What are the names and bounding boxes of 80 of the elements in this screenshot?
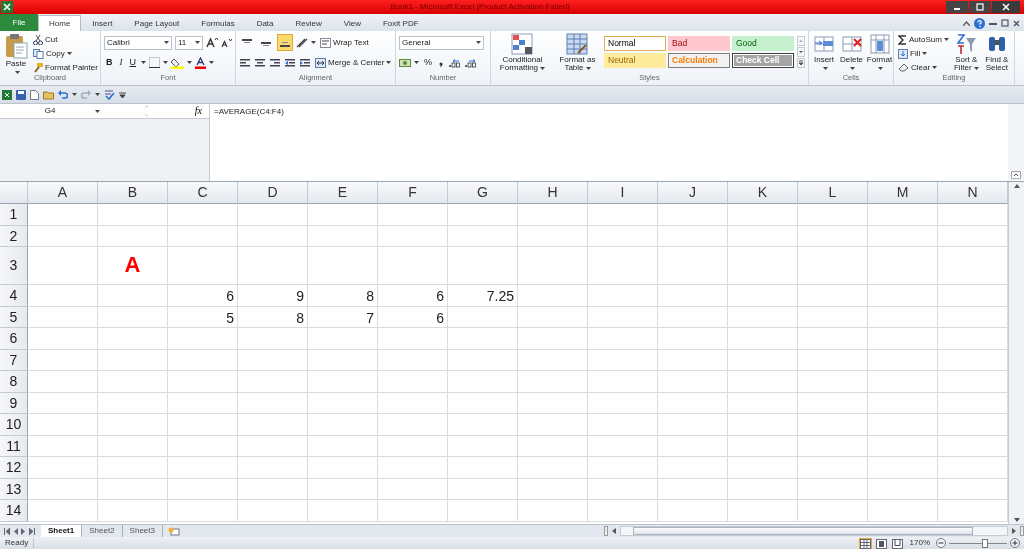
cell[interactable]: 7 bbox=[308, 306, 378, 328]
zoom-level[interactable]: 170% bbox=[909, 538, 930, 548]
ribbon-tab[interactable]: Data bbox=[245, 15, 285, 31]
insert-cells-button[interactable]: Insert bbox=[812, 33, 836, 74]
row-header[interactable]: 13 bbox=[0, 478, 28, 500]
bold-button[interactable]: B bbox=[104, 54, 115, 71]
cell[interactable]: 8 bbox=[308, 285, 378, 307]
underline-button[interactable]: U bbox=[127, 54, 138, 71]
column-header[interactable]: C bbox=[168, 182, 238, 204]
number-format-field[interactable]: General bbox=[399, 35, 484, 50]
cut-button[interactable]: Cut bbox=[32, 33, 99, 46]
delete-cells-button[interactable]: Delete bbox=[839, 33, 864, 74]
fill-button[interactable]: Fill bbox=[897, 47, 950, 60]
window-title: Book1 - Microsoft Excel (Product Activation Failed) bbox=[389, 2, 571, 12]
cell[interactable]: 6 bbox=[168, 285, 238, 307]
cell[interactable]: 8 bbox=[238, 306, 308, 328]
column-header[interactable]: L bbox=[798, 182, 868, 204]
cell[interactable]: 9 bbox=[238, 285, 308, 307]
ribbon-tab[interactable]: Foxit PDF bbox=[372, 15, 430, 31]
row-header[interactable]: 2 bbox=[0, 225, 28, 247]
ribbon-tab[interactable]: Page Layout bbox=[123, 15, 191, 31]
font-name-field[interactable]: Calibri bbox=[104, 35, 172, 50]
row-header[interactable]: 7 bbox=[0, 349, 28, 371]
column-header[interactable]: J bbox=[658, 182, 728, 204]
row-header[interactable]: 11 bbox=[0, 435, 28, 457]
row-header[interactable]: 14 bbox=[0, 500, 28, 522]
ribbon-tab[interactable]: View bbox=[332, 15, 372, 31]
row-header[interactable]: 6 bbox=[0, 328, 28, 350]
column-header[interactable]: B bbox=[98, 182, 168, 204]
insert-function-button[interactable]: fx bbox=[191, 105, 205, 117]
sheet-tab[interactable]: Sheet1 bbox=[41, 525, 83, 537]
row-header[interactable]: 5 bbox=[0, 306, 28, 328]
cell[interactable]: 5 bbox=[168, 306, 238, 328]
status-text: Ready bbox=[0, 538, 35, 548]
cell-style-option[interactable]: Good bbox=[732, 36, 794, 51]
row-header[interactable]: 3 bbox=[0, 247, 28, 285]
row-header[interactable]: 10 bbox=[0, 414, 28, 436]
format-painter-button[interactable]: Format Painter bbox=[32, 61, 99, 74]
column-header[interactable]: F bbox=[378, 182, 448, 204]
cell-style-option[interactable]: Neutral bbox=[604, 53, 666, 68]
cell[interactable]: A bbox=[98, 247, 168, 285]
column-header[interactable]: K bbox=[728, 182, 798, 204]
merge-center-button[interactable]: Merge & Center bbox=[314, 56, 393, 69]
ribbon-tab[interactable]: Formulas bbox=[190, 15, 246, 31]
paste-button[interactable]: Paste bbox=[3, 33, 29, 74]
conditional-formatting-button[interactable]: Conditional Formatting bbox=[494, 33, 551, 74]
cell[interactable]: 6 bbox=[378, 285, 448, 307]
column-header[interactable]: D bbox=[238, 182, 308, 204]
font-size-field[interactable]: 11 bbox=[175, 35, 203, 50]
file-tab[interactable]: File bbox=[0, 14, 38, 31]
column-header[interactable]: M bbox=[868, 182, 938, 204]
format-as-table-button[interactable]: Format as Table bbox=[553, 33, 601, 74]
cell[interactable]: 7.25 bbox=[448, 285, 518, 307]
cell-style-option[interactable]: Bad bbox=[668, 36, 730, 51]
ribbon-tab[interactable]: Review bbox=[284, 15, 333, 31]
percent-button[interactable]: % bbox=[422, 54, 434, 71]
row-header[interactable]: 1 bbox=[0, 204, 28, 226]
column-header[interactable]: A bbox=[28, 182, 98, 204]
sort-filter-button[interactable]: Sort & Filter bbox=[952, 33, 980, 74]
formula-field[interactable]: =AVERAGE(C4:F4) bbox=[210, 104, 1008, 181]
format-cells-button[interactable]: Format bbox=[867, 33, 892, 74]
autosum-button[interactable]: AutoSum bbox=[897, 33, 950, 46]
ribbon-tab[interactable]: Insert bbox=[81, 15, 124, 31]
ribbon-tab[interactable]: Home bbox=[38, 15, 82, 31]
row-header[interactable]: 4 bbox=[0, 285, 28, 307]
italic-button[interactable]: I bbox=[117, 54, 125, 71]
column-header[interactable]: E bbox=[308, 182, 378, 204]
cell[interactable]: 6 bbox=[378, 306, 448, 328]
column-header[interactable]: G bbox=[448, 182, 518, 204]
copy-button[interactable]: Copy bbox=[32, 47, 99, 60]
cell-style-option[interactable]: Normal bbox=[604, 36, 666, 51]
column-header[interactable]: H bbox=[518, 182, 588, 204]
row-header[interactable]: 12 bbox=[0, 457, 28, 479]
row-header[interactable]: 8 bbox=[0, 371, 28, 393]
row-header[interactable]: 9 bbox=[0, 392, 28, 414]
wrap-text-button[interactable]: Wrap Text bbox=[319, 36, 370, 49]
find-select-button[interactable]: Find & Select bbox=[982, 33, 1011, 74]
clear-button[interactable]: Clear bbox=[897, 61, 950, 74]
column-header[interactable]: N bbox=[938, 182, 1008, 204]
column-header[interactable]: I bbox=[588, 182, 658, 204]
